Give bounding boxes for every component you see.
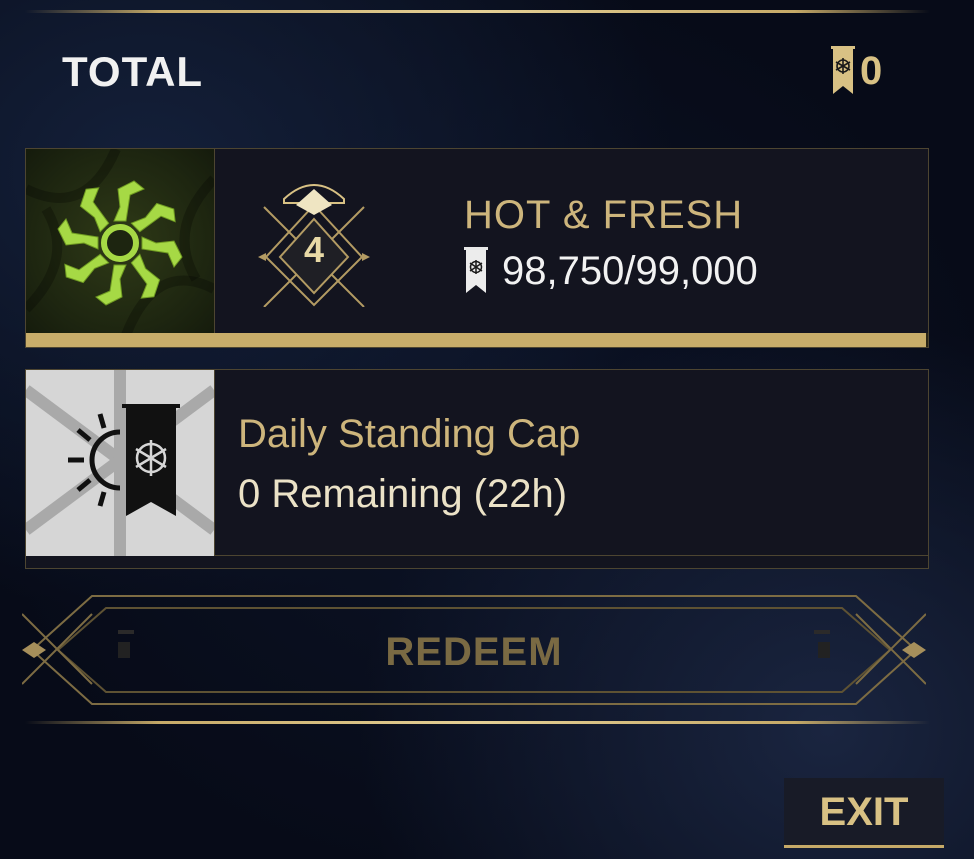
faction-progress-text: 98,750/99,000 <box>502 248 758 293</box>
bottom-divider <box>25 721 930 724</box>
daily-cap-icon-tile <box>22 370 218 556</box>
daily-cap-remaining: 0 Remaining (22h) <box>238 472 568 516</box>
faction-emblem <box>22 146 218 337</box>
rank-number: 4 <box>303 229 325 270</box>
total-label: TOTAL <box>62 48 204 95</box>
daily-cap-divider <box>214 555 928 556</box>
faction-progress-group: 98,750/99,000 <box>464 245 758 297</box>
redeem-label: REDEEM <box>385 630 563 674</box>
faction-progress-bar <box>26 333 928 347</box>
faction-card[interactable]: 4 HOT & FRESH 98,750/99,000 <box>22 146 929 348</box>
total-value: 0 <box>860 48 883 93</box>
daily-cap-banner-icon <box>22 370 218 556</box>
rank-badge: 4 <box>254 177 374 308</box>
faction-name: HOT & FRESH <box>464 193 744 237</box>
standing-banner-icon <box>464 247 488 293</box>
daily-cap-card: Daily Standing Cap 0 Remaining (22h) <box>22 369 929 569</box>
exit-label: EXIT <box>819 790 909 834</box>
standing-banner-icon <box>831 46 855 94</box>
green-sigil-icon <box>22 146 218 337</box>
exit-button[interactable]: EXIT <box>784 778 944 848</box>
redeem-button[interactable]: REDEEM <box>21 594 927 706</box>
top-divider <box>25 10 930 13</box>
daily-cap-title: Daily Standing Cap <box>238 412 581 456</box>
faction-progress-fill <box>26 333 926 347</box>
total-value-group: 0 <box>830 44 882 98</box>
